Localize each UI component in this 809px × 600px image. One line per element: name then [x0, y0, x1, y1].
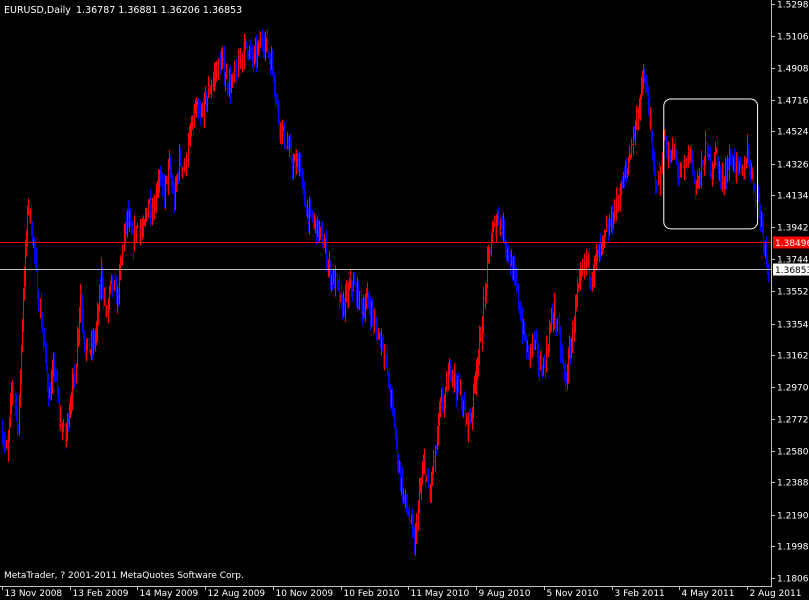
x-tick-label: 2 Aug 2011: [750, 589, 802, 599]
ask-price-label: 1.38496: [775, 239, 809, 249]
x-tick-label: 10 Nov 2009: [276, 589, 334, 599]
x-tick-label: 13 Nov 2008: [5, 589, 63, 599]
y-tick-label: 1.47160: [777, 97, 809, 107]
y-tick-label: 1.33540: [777, 321, 809, 331]
y-tick-label: 1.27720: [777, 416, 809, 426]
x-tick-label: 5 Nov 2010: [547, 589, 599, 599]
y-tick-label: 1.23880: [777, 479, 809, 489]
y-tick-label: 1.31620: [777, 352, 809, 362]
x-tick-label: 3 Feb 2011: [615, 589, 665, 599]
x-tick-label: 10 Feb 2010: [344, 589, 400, 599]
y-tick-label: 1.51060: [777, 33, 809, 43]
y-tick-label: 1.45240: [777, 128, 809, 138]
x-tick-label: 4 May 2011: [682, 589, 735, 599]
x-tick-label: 13 Feb 2009: [73, 589, 129, 599]
y-tick-label: 1.21900: [777, 512, 809, 522]
chart-background: [0, 0, 809, 600]
copyright-text: MetaTrader, ? 2001-2011 MetaQuotes Softw…: [4, 571, 244, 581]
y-tick-label: 1.49080: [777, 65, 809, 75]
price-chart[interactable]: 1.52980 1.51060 1.49080 1.47160 1.45240 1.432…: [0, 0, 809, 600]
x-tick-label: 9 Aug 2010: [479, 589, 531, 599]
y-tick-label: 1.52980: [777, 1, 809, 11]
ohlc-readout: 1.36787 1.36881 1.36206 1.36853: [76, 5, 242, 16]
y-tick-label: 1.43260: [777, 161, 809, 171]
y-tick-label: 1.39420: [777, 224, 809, 234]
x-tick-label: 11 May 2010: [411, 589, 470, 599]
y-tick-label: 1.19980: [777, 543, 809, 553]
symbol-label: EURUSD,Daily: [4, 5, 71, 16]
y-tick-label: 1.29700: [777, 384, 809, 394]
bid-price-label: 1.36853: [775, 266, 809, 276]
x-tick-label: 14 May 2009: [140, 589, 199, 599]
x-tick-label: 12 Aug 2009: [208, 589, 266, 599]
y-tick-label: 1.35520: [777, 288, 809, 298]
y-tick-label: 1.25800: [777, 448, 809, 458]
y-tick-label: 1.18060: [777, 575, 809, 585]
y-tick-label: 1.41340: [777, 192, 809, 202]
